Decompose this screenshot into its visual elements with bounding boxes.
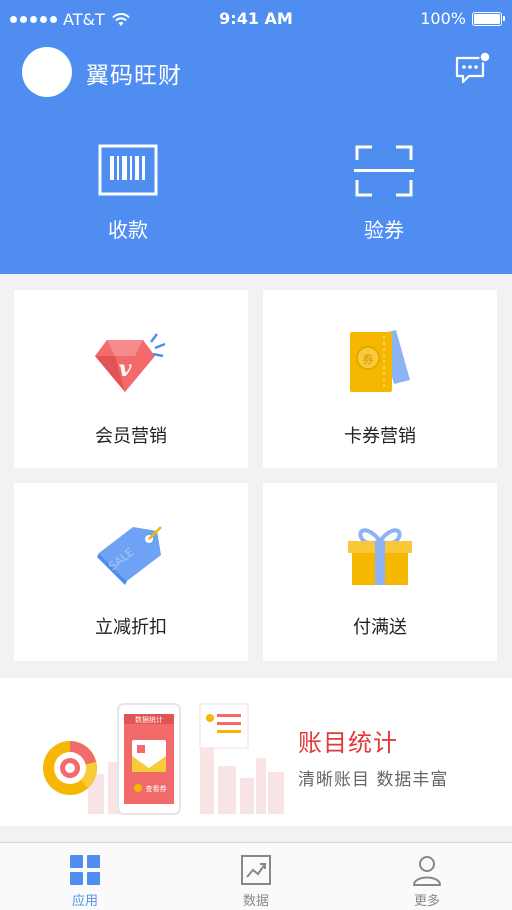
- grid-icon: [70, 855, 100, 885]
- phone-caption-text: 查看券: [146, 784, 167, 793]
- tab-more[interactable]: 更多: [342, 843, 512, 910]
- header: 翼码旺财 收款 验券: [0, 40, 512, 274]
- barcode-icon: [98, 144, 158, 196]
- tab-data[interactable]: 数据: [171, 843, 341, 910]
- tab-data-label: 数据: [242, 894, 269, 909]
- avatar[interactable]: [22, 47, 72, 97]
- app-title: 翼码旺财: [86, 63, 182, 89]
- card-gift-label: 付满送: [353, 617, 407, 638]
- tab-apps-label: 应用: [71, 894, 98, 909]
- tab-bar: 应用 数据 更多: [0, 842, 512, 910]
- person-icon: [413, 856, 441, 886]
- coupon-icon: 券: [350, 330, 410, 392]
- battery-icon: [472, 11, 505, 26]
- tab-apps[interactable]: 应用: [0, 843, 170, 910]
- card-discount[interactable]: SALE 立减折扣: [14, 483, 248, 661]
- battery-percent: 100%: [420, 9, 466, 28]
- diamond-icon: v: [95, 333, 166, 392]
- chart-icon: [241, 855, 271, 885]
- banner-subtitle: 清晰账目 数据丰富: [298, 770, 449, 790]
- card-member-marketing[interactable]: v 会员营销: [14, 290, 248, 468]
- banner-title: 账目统计: [298, 729, 398, 757]
- sale-tag-icon: SALE: [97, 526, 162, 585]
- message-icon: [455, 51, 491, 84]
- status-right: 100%: [420, 9, 505, 28]
- card-gift[interactable]: 付满送: [263, 483, 497, 661]
- svg-text:券: 券: [363, 352, 374, 366]
- verify-coupon-label: 验券: [364, 218, 404, 242]
- phone-header-text: 数据统计: [135, 715, 163, 724]
- gift-icon: [348, 528, 412, 585]
- status-bar: AT&T 9:41 AM 100%: [0, 0, 512, 40]
- card-discount-label: 立减折扣: [95, 617, 167, 638]
- statistics-illustration: 数据统计 查看券: [43, 703, 284, 815]
- collect-payment-button[interactable]: 收款: [68, 140, 188, 250]
- card-coupon-marketing[interactable]: 券 卡券营销: [263, 290, 497, 468]
- statistics-banner[interactable]: 数据统计 查看券 账目统计 清晰账目 数据丰富: [0, 678, 512, 826]
- verify-coupon-button[interactable]: 验券: [324, 140, 444, 250]
- tab-more-label: 更多: [413, 894, 440, 909]
- svg-text:v: v: [119, 356, 132, 382]
- message-button[interactable]: [454, 51, 491, 84]
- card-member-marketing-label: 会员营销: [95, 426, 167, 447]
- card-coupon-marketing-label: 卡券营销: [344, 426, 416, 447]
- scan-icon: [354, 145, 414, 197]
- collect-payment-label: 收款: [108, 218, 148, 242]
